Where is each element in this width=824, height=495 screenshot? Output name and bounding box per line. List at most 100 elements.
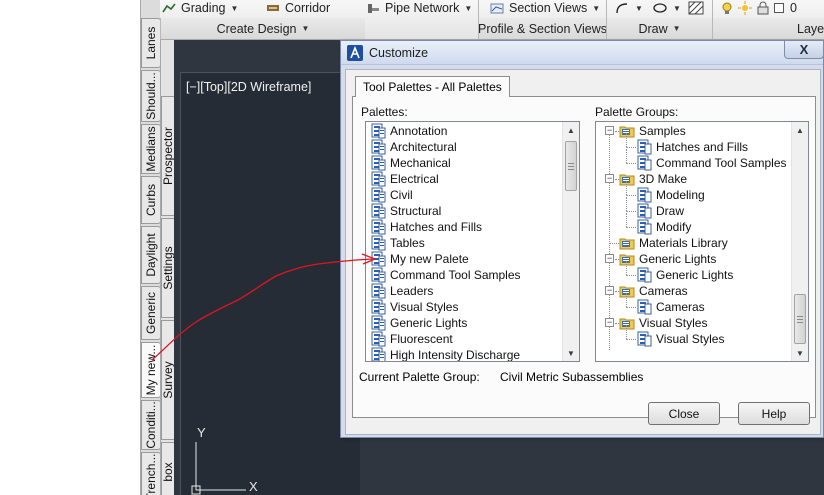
palette-group-child-item[interactable]: Command Tool Samples (636, 155, 787, 171)
groups-scrollbar[interactable]: ▲ ▼ (791, 122, 808, 361)
ellipse-tool-button[interactable]: ▼ (652, 0, 681, 16)
viewport-controls-label[interactable]: [−][Top][2D Wireframe] (186, 80, 311, 94)
palette-group-name: Hatches and Fills (656, 140, 749, 154)
palette-icon (371, 203, 386, 219)
palette-name: Fluorescent (390, 332, 453, 346)
close-window-button[interactable]: X (784, 41, 824, 59)
sun-icon (738, 1, 752, 15)
scroll-thumb[interactable] (794, 294, 806, 344)
palette-list-item[interactable]: My new Palete (370, 251, 469, 267)
palette-tab-settings[interactable]: Settings (161, 218, 175, 318)
palette-list-item[interactable]: Generic Lights (370, 315, 467, 331)
palette-tab-label: Conditi... (144, 401, 158, 449)
palette-tab-curbs[interactable]: Curbs (141, 176, 161, 224)
palette-list-item[interactable]: Leaders (370, 283, 433, 299)
close-button[interactable]: Close (648, 402, 720, 425)
scroll-thumb[interactable] (565, 141, 577, 191)
tree-connector (609, 243, 619, 244)
palette-list-item[interactable]: Annotation (370, 123, 447, 139)
scroll-up-arrow-icon[interactable]: ▲ (563, 122, 579, 138)
palette-group-item[interactable]: Cameras (619, 283, 688, 299)
palette-list-item[interactable]: Hatches and Fills (370, 219, 482, 235)
tab-label: Tool Palettes - All Palettes (363, 80, 502, 94)
palette-tab-my-new[interactable]: My new... (141, 342, 161, 398)
palette-group-item[interactable]: 3D Make (619, 171, 687, 187)
tree-connector (626, 339, 636, 340)
palette-list-item[interactable]: Structural (370, 203, 441, 219)
palette-icon (371, 283, 386, 299)
palette-group-child-item[interactable]: Hatches and Fills (636, 139, 748, 155)
palette-group-item[interactable]: Materials Library (619, 235, 728, 251)
palette-tab-prospector[interactable]: Prospector (161, 96, 175, 216)
palette-tab-conditions[interactable]: Conditi... (141, 400, 161, 450)
hatch-tool-button[interactable] (688, 0, 704, 16)
palette-tab-label: Survey (161, 361, 175, 399)
tree-connector (626, 293, 627, 307)
palette-icon (371, 267, 386, 283)
collapse-icon[interactable]: − (605, 174, 614, 183)
corridor-button[interactable]: Corridor (266, 0, 330, 16)
section-views-button[interactable]: Section Views ▼ (490, 0, 600, 16)
palettes-scrollbar[interactable]: ▲ ▼ (562, 122, 579, 361)
palettes-list[interactable]: Annotation Architectural Mechanical Electri… (365, 121, 580, 362)
palette-group-child-item[interactable]: Visual Styles (636, 331, 724, 347)
palette-tab-shoulders[interactable]: Should... (141, 70, 161, 122)
palette-icon (637, 203, 652, 219)
palette-list-item[interactable]: High Intensity Discharge (370, 347, 520, 361)
palette-tab-lanes[interactable]: Lanes (141, 18, 161, 68)
palette-list-item[interactable]: Tables (370, 235, 425, 251)
panel-create-design[interactable]: Create Design ▼ (160, 18, 365, 39)
panel-draw[interactable]: Draw ▼ (606, 18, 712, 39)
palette-tab-toolbox[interactable]: box (161, 442, 175, 495)
palette-list-item[interactable]: Mechanical (370, 155, 451, 171)
scroll-down-arrow-icon[interactable]: ▼ (563, 345, 579, 361)
arc-tool-button[interactable]: ▼ (614, 0, 643, 16)
palette-group-child-item[interactable]: Cameras (636, 299, 705, 315)
close-icon: X (799, 42, 809, 57)
palette-tab-daylight[interactable]: Daylight (141, 226, 161, 284)
palette-tab-trench[interactable]: Trench... (141, 452, 161, 495)
dialog-title-bar[interactable]: Customize (341, 41, 823, 65)
palette-group-name: Generic Lights (639, 252, 717, 266)
grip-line (797, 316, 803, 317)
grading-button[interactable]: Grading ▼ (162, 0, 238, 16)
palette-tab-medians[interactable]: Medians (141, 124, 161, 174)
palette-tab-label: Daylight (144, 233, 158, 277)
palette-group-item[interactable]: Visual Styles (619, 315, 707, 331)
palette-list-item[interactable]: Fluorescent (370, 331, 453, 347)
panel-profile-section-views[interactable]: Profile & Section Views (478, 18, 607, 39)
palette-group-item[interactable]: Generic Lights (619, 251, 716, 267)
palette-tab-generic[interactable]: Generic (141, 286, 161, 340)
palette-group-child-item[interactable]: Modeling (636, 187, 705, 203)
palette-list-item[interactable]: Electrical (370, 171, 439, 187)
palette-tab-survey[interactable]: Survey (161, 320, 175, 440)
scroll-up-arrow-icon[interactable]: ▲ (792, 122, 808, 138)
tab-tool-palettes-all[interactable]: Tool Palettes - All Palettes (355, 76, 510, 97)
pipe-network-button[interactable]: Pipe Network ▼ (366, 0, 472, 16)
palette-tab-label: Medians (144, 126, 158, 172)
close-button-label: Close (668, 406, 700, 421)
palette-list-item[interactable]: Visual Styles (370, 299, 458, 315)
palette-groups-tree[interactable]: − Samples Hatches and Fills Command Tool Sa… (595, 121, 809, 362)
panel-layers[interactable]: Layer (712, 18, 824, 39)
palette-group-child-item[interactable]: Draw (636, 203, 684, 219)
palette-group-child-item[interactable]: Generic Lights (636, 267, 733, 283)
collapse-icon[interactable]: − (605, 254, 614, 263)
collapse-icon[interactable]: − (605, 318, 614, 327)
chevron-down-icon: ▼ (464, 3, 473, 13)
palette-group-name: Modeling (656, 188, 705, 202)
palette-icon (371, 315, 386, 331)
desktop-background (0, 0, 140, 495)
palette-list-item[interactable]: Civil (370, 187, 413, 203)
layer-controls[interactable]: 0 (720, 0, 797, 16)
palette-group-child-item[interactable]: Modify (636, 219, 691, 235)
collapse-icon[interactable]: − (605, 126, 614, 135)
collapse-icon[interactable]: − (605, 286, 614, 295)
palette-list-item[interactable]: Command Tool Samples (370, 267, 521, 283)
scroll-down-arrow-icon[interactable]: ▼ (792, 345, 808, 361)
palette-list-item[interactable]: Architectural (370, 139, 457, 155)
palette-group-item[interactable]: Samples (619, 123, 686, 139)
folder-icon (619, 126, 635, 138)
palette-name: Annotation (390, 124, 448, 138)
help-button[interactable]: Help (738, 402, 810, 425)
